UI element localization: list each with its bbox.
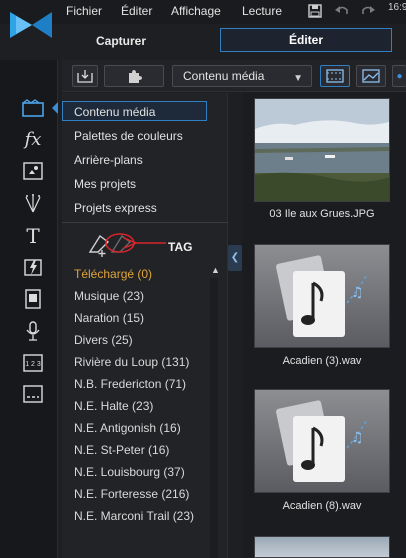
thumbnail-label-audio-3: Acadien (3).wav — [282, 355, 362, 367]
category-divider — [62, 222, 228, 223]
tag-item-riviere-du-loup[interactable]: Rivière du Loup (131) — [74, 355, 189, 369]
annotation-tag-label: TAG — [168, 240, 193, 254]
chevron-down-icon: ▼ — [293, 73, 303, 84]
media-thumbnail-photo[interactable] — [254, 98, 390, 202]
menu-fichier[interactable]: Fichier — [66, 4, 102, 18]
subtitle-room-icon[interactable] — [20, 288, 46, 310]
music-note-icon: ♫ — [255, 245, 389, 347]
annotation-arrow — [104, 232, 168, 257]
view-thumbnail-button[interactable] — [356, 65, 386, 87]
thumbnail-label-photo: 03 Ile aux Grues.JPG — [269, 208, 375, 220]
aspect-ratio-label: 16:9 — [388, 2, 406, 13]
capture-mode-button[interactable]: Capturer — [96, 34, 146, 48]
view-list-button[interactable]: ● — [392, 65, 406, 87]
menu-affichage[interactable]: Affichage — [171, 4, 221, 18]
caption-room-icon[interactable] — [20, 383, 46, 405]
landscape-photo-icon — [255, 99, 389, 201]
category-item-contenu-media[interactable]: Contenu média — [74, 105, 155, 119]
tag-item-forteresse[interactable]: N.E. Forteresse (216) — [74, 487, 189, 501]
tag-item-marconi-trail[interactable]: N.E. Marconi Trail (23) — [74, 509, 194, 523]
svg-text:♫: ♫ — [351, 285, 364, 301]
svg-text:1 2 3: 1 2 3 — [25, 361, 41, 368]
tag-item-st-peter[interactable]: N.E. St-Peter (16) — [74, 443, 169, 457]
tag-item-fredericton[interactable]: N.B. Fredericton (71) — [74, 377, 186, 391]
app-logo — [8, 8, 54, 42]
particle-room-icon[interactable] — [20, 192, 46, 214]
save-icon[interactable] — [307, 3, 323, 19]
photo-thumbnail-edge — [255, 537, 389, 557]
category-item-mes-projets[interactable]: Mes projets — [74, 177, 136, 191]
plugins-button[interactable] — [104, 65, 164, 87]
scroll-up-arrow-icon[interactable]: ▲ — [211, 265, 220, 275]
pip-room-icon[interactable] — [20, 160, 46, 182]
category-item-arriere-plans[interactable]: Arrière-plans — [74, 153, 143, 167]
tag-item-telecharge[interactable]: Téléchargé (0) — [74, 267, 152, 281]
category-item-projets-express[interactable]: Projets express — [74, 201, 157, 215]
svg-text:♫: ♫ — [351, 430, 364, 446]
tag-list-scrollbar[interactable] — [210, 278, 218, 558]
media-thumbnail-audio[interactable]: ♫ — [254, 244, 390, 348]
tag-item-louisbourg[interactable]: N.E. Louisbourg (37) — [74, 465, 185, 479]
fx-room-icon[interactable]: fx — [20, 128, 46, 150]
tag-item-antigonish[interactable]: N.E. Antigonish (16) — [74, 421, 181, 435]
transition-room-icon[interactable] — [20, 256, 46, 278]
music-note-icon: ♫ — [255, 390, 389, 492]
title-room-icon[interactable]: T — [20, 224, 46, 248]
thumbnail-label-audio-8: Acadien (8).wav — [282, 500, 362, 512]
menu-lecture[interactable]: Lecture — [242, 4, 282, 18]
tag-item-halte[interactable]: N.E. Halte (23) — [74, 399, 153, 413]
tag-item-musique[interactable]: Musique (23) — [74, 289, 144, 303]
library-filter-value: Contenu média — [183, 69, 265, 83]
edit-mode-button[interactable]: Éditer — [220, 28, 392, 52]
import-media-button[interactable] — [72, 65, 98, 87]
category-item-palettes[interactable]: Palettes de couleurs — [74, 129, 183, 143]
library-filter-select[interactable]: Contenu média ▼ — [172, 65, 312, 87]
redo-icon[interactable] — [360, 3, 376, 19]
microphone-icon[interactable] — [20, 320, 46, 342]
media-room-icon[interactable] — [20, 97, 46, 119]
tag-item-naration[interactable]: Naration (15) — [74, 311, 144, 325]
collapse-panel-button[interactable]: ❮ — [228, 245, 242, 271]
view-storyboard-button[interactable] — [320, 65, 350, 87]
chapter-room-icon[interactable]: 1 2 3 — [20, 352, 46, 374]
media-thumbnail-partial[interactable] — [254, 536, 390, 558]
undo-icon[interactable] — [334, 3, 350, 19]
media-thumbnail-audio[interactable]: ♫ — [254, 389, 390, 493]
menu-editer[interactable]: Éditer — [121, 4, 152, 18]
tag-item-divers[interactable]: Divers (25) — [74, 333, 133, 347]
active-room-indicator — [52, 102, 58, 114]
